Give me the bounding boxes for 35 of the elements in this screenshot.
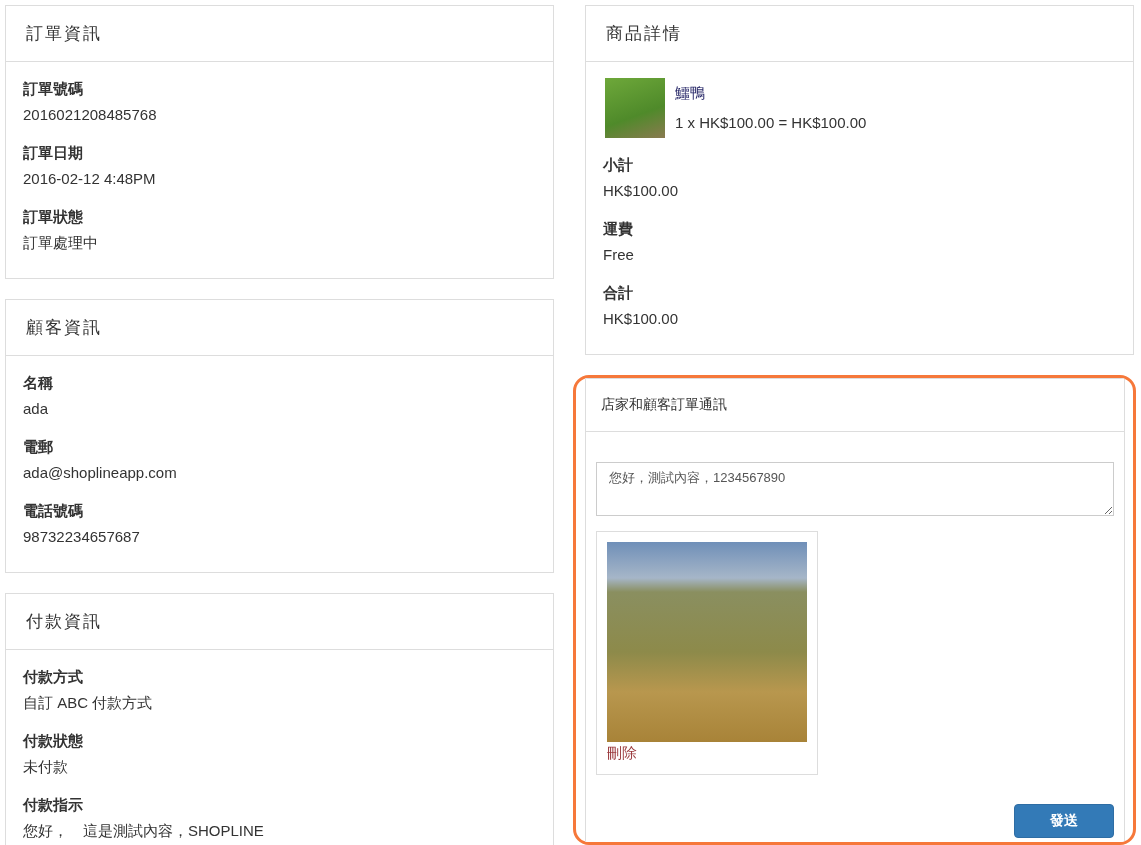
field-value: 您好， 這是測試內容，SHOPLINE xyxy=(23,821,265,841)
field-value: ada xyxy=(23,399,50,419)
send-button[interactable]: 發送 xyxy=(1014,804,1114,838)
field-value: 自訂 ABC 付款方式 xyxy=(23,693,154,713)
field-label: 訂單號碼 xyxy=(23,79,84,99)
product-price-line: 1 x HK$100.00 = HK$100.00 xyxy=(675,113,867,133)
field-label: 訂單日期 xyxy=(23,143,84,163)
field-label: 電郵 xyxy=(23,437,54,457)
panel-title: 訂單資訊 xyxy=(26,23,102,45)
field-label: 運費 xyxy=(603,219,634,239)
field-label: 訂單狀態 xyxy=(23,207,84,227)
field-value: Free xyxy=(603,245,635,265)
delete-link[interactable]: 刪除 xyxy=(607,742,807,764)
product-photo-placeholder xyxy=(605,78,665,138)
message-field[interactable]: 您好，測試內容，1234567890 xyxy=(596,462,1114,516)
field-value: HK$100.00 xyxy=(603,309,680,329)
panel-title: 店家和顧客訂單通訊 xyxy=(601,396,727,414)
field-value: 訂單處理中 xyxy=(23,233,99,253)
field-value: 2016-02-12 4:48PM xyxy=(23,169,157,189)
field-label: 小計 xyxy=(603,155,634,175)
product-name: 鱷鴨 xyxy=(675,83,706,103)
field-value: ada@shoplineapp.com xyxy=(23,463,178,483)
field-label: 合計 xyxy=(603,283,634,303)
field-value: 2016021208485768 xyxy=(23,105,158,125)
field-label: 付款狀態 xyxy=(23,731,84,751)
field-value: 98732234657687 xyxy=(23,527,141,547)
field-value: HK$100.00 xyxy=(603,181,680,201)
field-label: 名稱 xyxy=(23,373,54,393)
field-label: 付款方式 xyxy=(23,667,84,687)
field-label: 付款指示 xyxy=(23,795,84,815)
field-label: 電話號碼 xyxy=(23,501,84,521)
field-value: 未付款 xyxy=(23,757,69,777)
panel-title: 商品詳情 xyxy=(606,23,682,45)
panel-title: 付款資訊 xyxy=(26,611,102,633)
panel-title: 顧客資訊 xyxy=(26,317,102,339)
